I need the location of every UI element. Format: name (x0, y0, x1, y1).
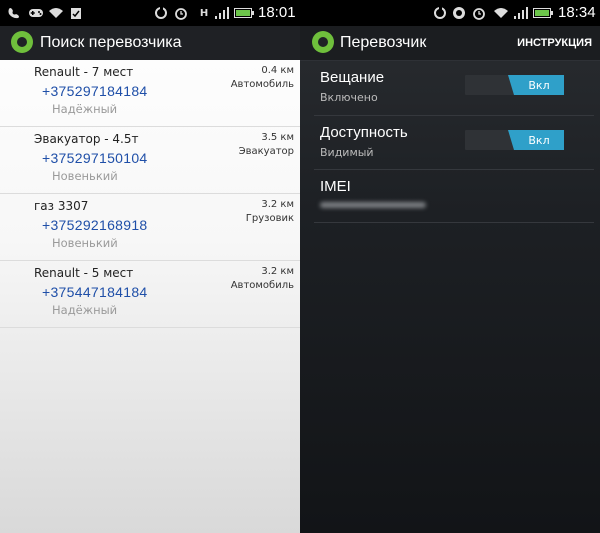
setting-broadcast[interactable]: Вещание Включено Вкл (314, 61, 594, 116)
network-type-indicator: H (199, 7, 209, 19)
battery-icon (533, 5, 553, 21)
sync-icon (153, 5, 169, 21)
alarm-icon (173, 5, 189, 21)
carrier-type: Автомобиль (230, 280, 294, 291)
carrier-rating: Новенький (52, 236, 118, 250)
imei-value-redacted (320, 202, 426, 208)
action-bar: Поиск перевозчика (0, 26, 300, 60)
app-logo-icon[interactable] (312, 31, 334, 53)
carrier-name: Renault - 5 мест (34, 266, 134, 280)
gamepad-icon (28, 5, 44, 21)
carrier-phone-link[interactable]: +375447184184 (42, 284, 148, 300)
carrier-name: Renault - 7 мест (34, 65, 134, 79)
signal-icon (513, 5, 529, 21)
setting-title: IMEI (320, 178, 351, 195)
setting-subtitle: Видимый (320, 146, 374, 159)
page-title: Перевозчик (340, 34, 427, 51)
carrier-name: Эвакуатор - 4.5т (34, 132, 139, 146)
page-title: Поиск перевозчика (40, 34, 182, 51)
alarm-icon (471, 5, 487, 21)
setting-subtitle: Включено (320, 91, 378, 104)
carrier-phone-link[interactable]: +375297150104 (42, 150, 148, 166)
toggle-on-label: Вкл (508, 75, 564, 95)
list-item[interactable]: Эвакуатор - 4.5т 3.5 км Эвакуатор +37529… (0, 127, 300, 194)
setting-availability[interactable]: Доступность Видимый Вкл (314, 116, 594, 170)
carrier-type: Автомобиль (230, 79, 294, 90)
missed-call-icon (6, 5, 22, 21)
setting-title: Доступность (320, 124, 408, 141)
signal-icon (214, 5, 230, 21)
availability-toggle[interactable]: Вкл (465, 130, 564, 150)
wifi-icon (48, 5, 64, 21)
wifi-icon (493, 5, 509, 21)
carrier-distance: 3.2 км (261, 266, 294, 277)
carrier-phone-link[interactable]: +375297184184 (42, 83, 148, 99)
status-bar: 18:34 (300, 0, 600, 26)
sync-icon (432, 5, 448, 21)
broadcast-toggle[interactable]: Вкл (465, 75, 564, 95)
clipboard-check-icon (68, 5, 84, 21)
carrier-settings-screen: 18:34 Перевозчик ИНСТРУКЦИЯ Вещание Вклю… (300, 0, 600, 533)
carrier-phone-link[interactable]: +375292168918 (42, 217, 148, 233)
action-bar: Перевозчик ИНСТРУКЦИЯ (300, 26, 600, 61)
carrier-rating: Надёжный (52, 303, 118, 317)
toggle-on-label: Вкл (508, 130, 564, 150)
status-bar: H 18:01 (0, 0, 300, 26)
list-item[interactable]: газ 3307 3.2 км Грузовик +375292168918 Н… (0, 194, 300, 261)
instruction-button[interactable]: ИНСТРУКЦИЯ (517, 37, 592, 49)
list-item[interactable]: Renault - 5 мест 3.2 км Автомобиль +3754… (0, 261, 300, 328)
setting-imei: IMEI (314, 170, 594, 223)
status-time: 18:34 (558, 4, 596, 21)
carrier-distance: 3.5 км (261, 132, 294, 143)
status-time: 18:01 (258, 4, 296, 21)
app-notification-icon (451, 5, 467, 21)
app-logo-icon[interactable] (11, 31, 33, 53)
carrier-name: газ 3307 (34, 199, 89, 213)
carrier-type: Эвакуатор (238, 146, 294, 157)
carrier-rating: Надёжный (52, 102, 118, 116)
battery-icon (234, 5, 254, 21)
carrier-distance: 0.4 км (261, 65, 294, 76)
search-carrier-screen: H 18:01 Поиск перевозчика Renault - 7 ме… (0, 0, 300, 533)
list-item[interactable]: Renault - 7 мест 0.4 км Автомобиль +3752… (0, 60, 300, 127)
carrier-type: Грузовик (245, 213, 294, 224)
carrier-distance: 3.2 км (261, 199, 294, 210)
setting-title: Вещание (320, 69, 385, 86)
carrier-rating: Новенький (52, 169, 118, 183)
